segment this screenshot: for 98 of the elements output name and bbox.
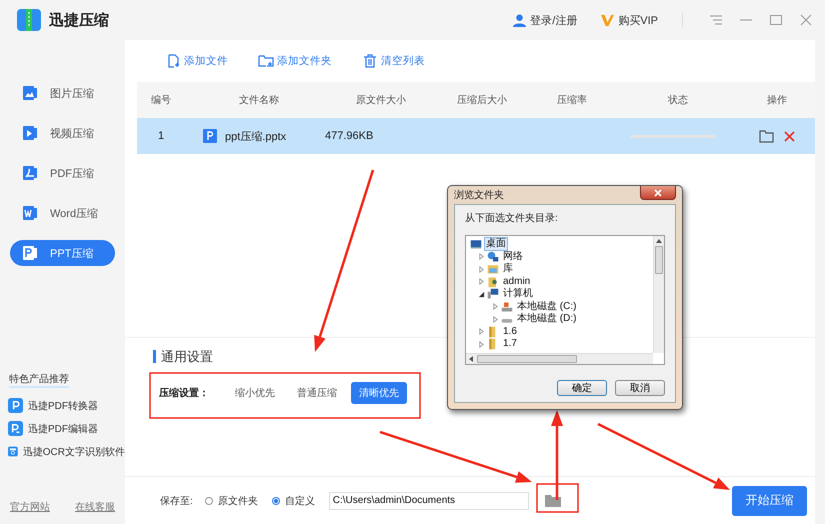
expand-arrow-icon[interactable] <box>478 328 485 336</box>
trash-icon <box>362 53 378 69</box>
menu-icon[interactable] <box>709 13 723 27</box>
sidebar-item[interactable]: 图片压缩 <box>10 80 115 106</box>
radio-button[interactable] <box>204 496 213 504</box>
tree-item[interactable]: admin <box>501 274 532 289</box>
column-header: 状态 <box>667 94 689 107</box>
option-button[interactable]: 普通压缩 <box>289 382 345 404</box>
horizontal-scrollbar[interactable] <box>466 353 653 364</box>
network-icon <box>487 250 499 263</box>
tree-item[interactable]: 本地磁盘 (D:) <box>515 312 578 326</box>
expand-arrow-icon[interactable] <box>478 278 485 286</box>
dialog-close-button[interactable] <box>640 186 676 200</box>
scroll-left-icon[interactable] <box>469 356 473 362</box>
column-header: 编号 <box>150 94 172 107</box>
dialog-prompt: 从下面选文件夹目录: <box>465 212 559 225</box>
tree-item[interactable]: 桌面 <box>484 237 508 252</box>
sidebar-item[interactable]: Word压缩 <box>10 200 115 226</box>
scrollbar-thumb[interactable] <box>477 355 577 363</box>
footer-link[interactable]: 在线客服 <box>75 500 115 514</box>
product-link[interactable]: 迅捷OCR文字识别软件 <box>8 444 125 459</box>
tree-item[interactable]: 库 <box>501 262 515 276</box>
scroll-up-icon[interactable] <box>656 239 662 243</box>
library-icon <box>487 263 499 276</box>
setting-label: 压缩设置： <box>159 386 209 400</box>
radio-option[interactable]: 原文件夹 <box>204 494 258 508</box>
dialog-title: 浏览文件夹 <box>454 188 504 202</box>
pdf-file-icon <box>22 165 38 181</box>
vertical-scrollbar[interactable] <box>653 236 664 353</box>
folder-icon <box>544 494 561 507</box>
close-icon[interactable] <box>799 13 813 27</box>
computer-icon <box>487 288 499 300</box>
ppt-file-icon <box>22 245 38 261</box>
radio-label: 自定义 <box>284 494 315 508</box>
tree-item[interactable]: 网络 <box>501 250 525 264</box>
collapse-arrow-icon[interactable] <box>478 290 485 298</box>
tree-item[interactable]: 1.6 <box>501 324 519 339</box>
column-header: 原文件大小 <box>355 94 407 107</box>
dialog-button[interactable]: 取消 <box>615 380 665 396</box>
drive-icon <box>501 300 513 313</box>
table-cell-text: 477.96KB <box>325 130 374 142</box>
radio-option[interactable]: 自定义 <box>272 494 315 508</box>
column-header: 文件名称 <box>238 94 280 107</box>
user-icon <box>513 14 526 26</box>
column-header: 压缩后大小 <box>456 94 508 107</box>
file-name: ppt压缩.pptx <box>225 130 286 144</box>
save-label: 保存至: <box>160 494 193 508</box>
folder-icon[interactable] <box>759 130 774 142</box>
scrollbar-thumb[interactable] <box>655 246 663 274</box>
converter-app-icon <box>8 398 23 413</box>
expand-arrow-icon[interactable] <box>492 303 499 310</box>
sidebar-item[interactable]: PDF压缩 <box>10 160 115 186</box>
maximize-icon[interactable] <box>769 13 783 27</box>
expand-arrow-icon[interactable] <box>478 340 485 348</box>
option-button[interactable]: 清晰优先 <box>351 382 407 404</box>
delete-icon[interactable] <box>784 130 795 142</box>
product-link[interactable]: 迅捷PDF转换器 <box>8 398 125 413</box>
word-file-icon <box>22 205 38 221</box>
sidebar-item[interactable]: 视频压缩 <box>10 120 115 146</box>
expand-arrow-icon[interactable] <box>478 266 485 273</box>
video-file-icon <box>22 125 38 141</box>
start-button[interactable]: 开始压缩 <box>732 486 807 516</box>
section-title: 特色产品推荐 <box>9 372 69 388</box>
option-button[interactable]: 缩小优先 <box>227 382 283 404</box>
column-header: 压缩率 <box>556 94 588 107</box>
expand-arrow-icon[interactable] <box>492 316 499 323</box>
user-folder-icon <box>487 276 499 288</box>
ocr-app-icon <box>8 444 18 459</box>
table-cell-text: 1 <box>156 130 166 142</box>
close-icon <box>654 188 662 196</box>
folder-plus-icon <box>258 53 274 69</box>
toolbar-button[interactable]: 清空列表 <box>362 53 425 69</box>
toolbar-button[interactable]: 添加文件 <box>165 53 228 69</box>
sidebar-item[interactable]: PPT压缩 <box>10 240 115 266</box>
product-link[interactable]: 迅捷PDF编辑器 <box>8 421 125 436</box>
vip-icon <box>601 14 614 26</box>
tree-item[interactable]: 计算机 <box>501 287 535 302</box>
tree-item[interactable]: 1.7 <box>501 337 519 352</box>
table-row[interactable]: 1 ppt压缩.pptx 477.96KB <box>137 118 815 154</box>
path-field[interactable]: C:\Users\admin\Documents <box>328 492 529 510</box>
monitor-icon <box>470 238 482 250</box>
tree-item[interactable]: 本地磁盘 (C:) <box>515 300 578 314</box>
app-logo-icon <box>17 9 41 31</box>
vip-link[interactable]: 购买VIP <box>601 12 658 28</box>
ppt-file-icon <box>203 129 217 143</box>
footer-link[interactable]: 官方网站 <box>10 500 50 514</box>
image-file-icon <box>22 85 38 101</box>
section-title: 通用设置 <box>153 350 213 363</box>
radio-button[interactable] <box>272 496 280 504</box>
dialog-button[interactable]: 确定 <box>557 380 607 396</box>
toolbar-button[interactable]: 添加文件夹 <box>258 53 332 69</box>
login-link[interactable]: 登录/注册 <box>513 12 578 28</box>
app-title: 迅捷压缩 <box>49 10 109 30</box>
annotation-frame <box>536 483 579 513</box>
editor-app-icon <box>8 421 23 436</box>
expand-arrow-icon[interactable] <box>478 253 485 260</box>
column-header: 操作 <box>766 94 788 107</box>
radio-label: 原文件夹 <box>218 494 258 508</box>
